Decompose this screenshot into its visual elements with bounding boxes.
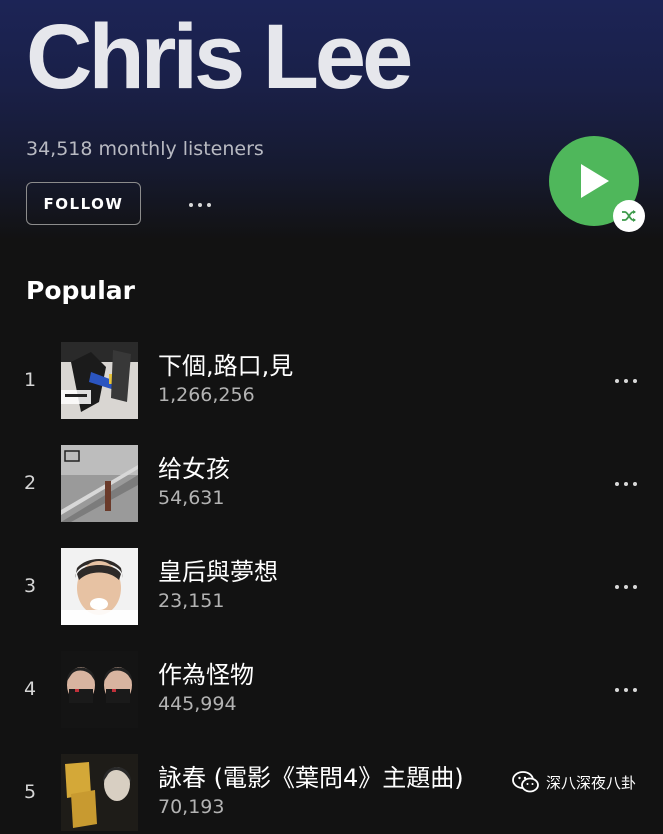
wechat-watermark: 深八深夜八卦 <box>512 770 636 794</box>
album-cover <box>61 342 138 419</box>
track-more-button[interactable] <box>606 574 646 600</box>
track-plays: 23,151 <box>158 590 225 612</box>
track-plays: 54,631 <box>158 487 225 509</box>
track-rank: 1 <box>24 369 37 391</box>
more-horizontal-icon <box>615 379 637 383</box>
monthly-listeners: 34,518 monthly listeners <box>26 138 264 160</box>
shuffle-icon <box>622 210 636 222</box>
track-more-button[interactable] <box>606 471 646 497</box>
album-cover <box>61 548 138 625</box>
watermark-text: 深八深夜八卦 <box>546 773 637 792</box>
more-horizontal-icon <box>189 203 211 207</box>
track-rank: 4 <box>24 678 37 700</box>
track-more-button[interactable] <box>606 368 646 394</box>
track-rank: 5 <box>24 781 37 803</box>
more-horizontal-icon <box>615 482 637 486</box>
track-row[interactable]: 4 作為怪物 445,994 <box>0 651 663 731</box>
more-horizontal-icon <box>615 585 637 589</box>
follow-button[interactable]: FOLLOW <box>26 182 141 225</box>
album-cover <box>61 445 138 522</box>
track-plays: 1,266,256 <box>158 384 255 406</box>
track-title: 皇后與夢想 <box>158 558 278 586</box>
track-title: 给女孩 <box>158 455 230 483</box>
album-cover <box>61 754 138 831</box>
play-icon <box>581 164 609 198</box>
track-row[interactable]: 1 下個,路口,見 1,266,256 <box>0 342 663 422</box>
track-plays: 445,994 <box>158 693 237 715</box>
album-cover <box>61 651 138 728</box>
wechat-icon <box>512 771 539 793</box>
artist-name: Chris Lee <box>26 6 413 108</box>
track-rank: 2 <box>24 472 37 494</box>
track-title: 作為怪物 <box>158 661 254 689</box>
track-title: 詠春 (電影《葉問4》主題曲) <box>158 764 464 792</box>
popular-section-title: Popular <box>26 276 135 305</box>
artist-more-button[interactable] <box>180 190 220 220</box>
more-horizontal-icon <box>615 688 637 692</box>
track-row[interactable]: 5 詠春 (電影《葉問4》主題曲) 70,193 <box>0 754 663 834</box>
track-title: 下個,路口,見 <box>158 352 294 380</box>
track-more-button[interactable] <box>606 677 646 703</box>
track-rank: 3 <box>24 575 37 597</box>
track-row[interactable]: 2 给女孩 54,631 <box>0 445 663 525</box>
shuffle-button[interactable] <box>613 200 645 232</box>
track-row[interactable]: 3 皇后與夢想 23,151 <box>0 548 663 628</box>
